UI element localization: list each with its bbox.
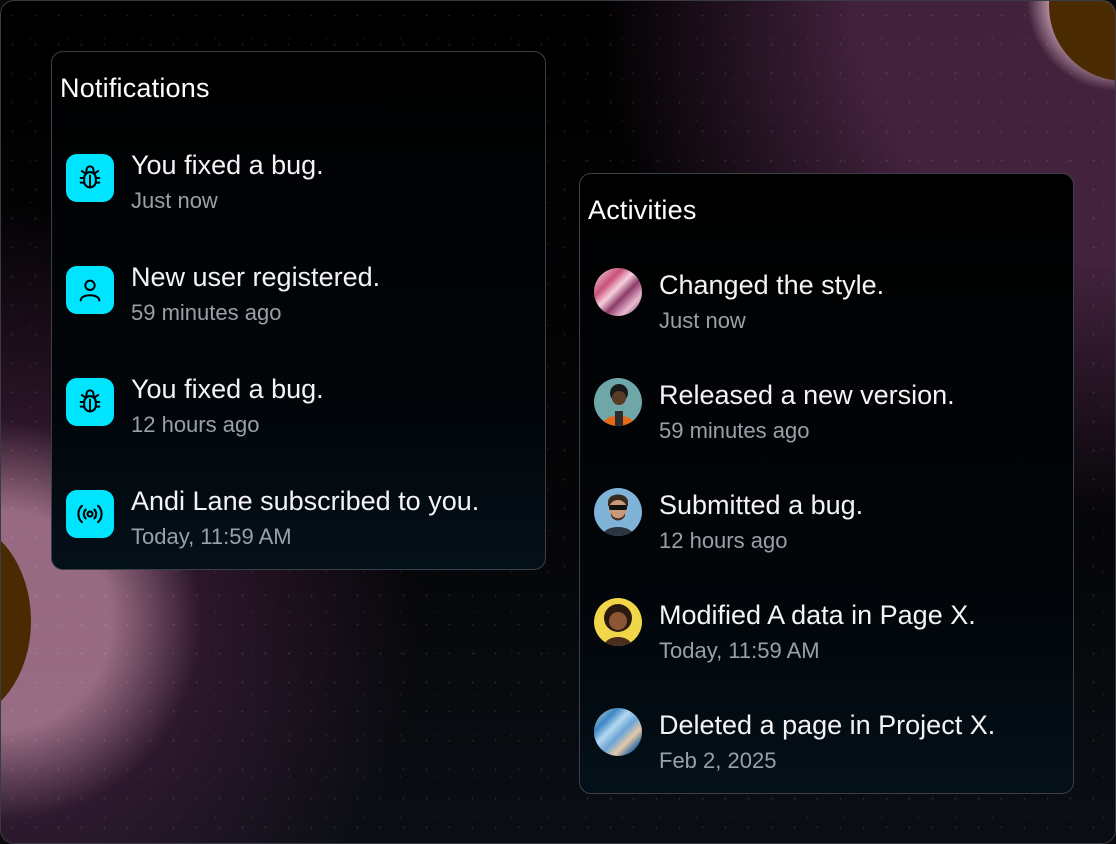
notifications-panel: Notifications You fixed a bug. Just now xyxy=(51,51,546,570)
activity-item[interactable]: Modified A data in Page X. Today, 11:59 … xyxy=(594,598,1064,668)
notification-time: 12 hours ago xyxy=(131,412,260,437)
broadcast-icon xyxy=(66,490,114,538)
activity-time: 12 hours ago xyxy=(659,528,788,553)
activity-item[interactable]: Submitted a bug. 12 hours ago xyxy=(594,488,1064,558)
notification-time: Just now xyxy=(131,188,218,213)
notification-item[interactable]: You fixed a bug. 12 hours ago xyxy=(66,374,526,437)
abstract-blue-avatar xyxy=(594,708,642,756)
activity-time: 59 minutes ago xyxy=(659,418,810,443)
notifications-title: Notifications xyxy=(60,73,210,103)
activities-title: Activities xyxy=(588,195,697,225)
notification-title: You fixed a bug. xyxy=(131,150,324,180)
activity-time: Just now xyxy=(659,308,746,333)
activity-title: Submitted a bug. xyxy=(659,490,864,520)
activity-title: Changed the style. xyxy=(659,270,885,300)
activity-title: Released a new version. xyxy=(659,380,955,410)
activity-title: Deleted a page in Project X. xyxy=(659,710,996,740)
notification-item[interactable]: New user registered. 59 minutes ago xyxy=(66,262,526,325)
notification-time: Today, 11:59 AM xyxy=(131,524,292,549)
notification-title: Andi Lane subscribed to you. xyxy=(131,486,480,516)
activity-time: Today, 11:59 AM xyxy=(659,638,820,663)
activity-title: Modified A data in Page X. xyxy=(659,600,976,630)
activities-panel: Activities Changed the style. Just now R… xyxy=(579,173,1074,794)
notification-title: New user registered. xyxy=(131,262,381,292)
notification-item[interactable]: You fixed a bug. Just now xyxy=(66,150,526,213)
person-curly-hair-avatar xyxy=(594,598,642,646)
notification-title: You fixed a bug. xyxy=(131,374,324,404)
notification-item[interactable]: Andi Lane subscribed to you. Today, 11:5… xyxy=(66,486,526,549)
user-icon xyxy=(66,266,114,314)
abstract-pink-avatar xyxy=(594,268,642,316)
bug-icon xyxy=(66,378,114,426)
person-orange-jacket-avatar xyxy=(594,378,642,426)
bug-icon xyxy=(66,154,114,202)
notification-time: 59 minutes ago xyxy=(131,300,282,325)
person-sunglasses-avatar xyxy=(594,488,642,536)
activity-time: Feb 2, 2025 xyxy=(659,748,777,773)
activity-item[interactable]: Changed the style. Just now xyxy=(594,268,1064,338)
activity-item[interactable]: Released a new version. 59 minutes ago xyxy=(594,378,1064,448)
app-frame: Notifications You fixed a bug. Just now xyxy=(0,0,1116,844)
activity-item[interactable]: Deleted a page in Project X. Feb 2, 2025 xyxy=(594,708,1064,778)
